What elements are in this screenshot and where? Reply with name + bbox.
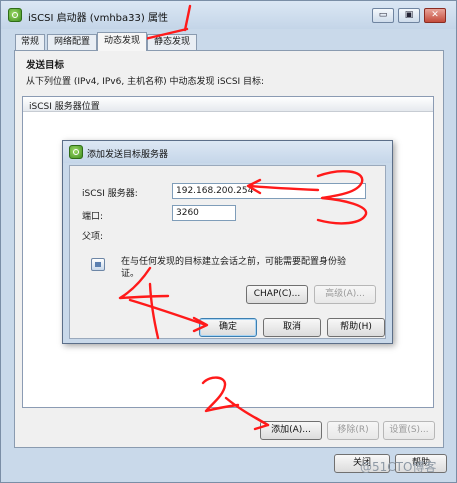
watermark: @51CTO博客: [360, 460, 437, 474]
annotation-overlay: [118, 4, 368, 431]
annotation-2: [201, 376, 270, 431]
annotation-3: [246, 170, 368, 225]
tab-dynamic-discovery[interactable]: 动态发现: [97, 32, 147, 51]
annotation-4: [118, 266, 209, 340]
